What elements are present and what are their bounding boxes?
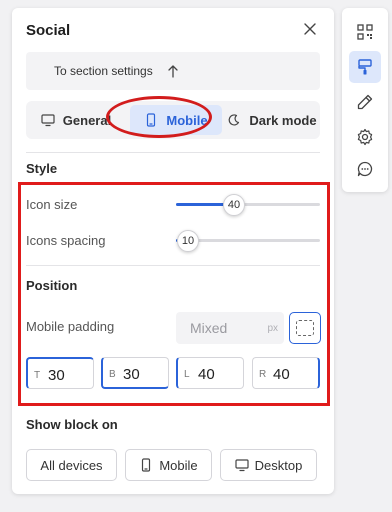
section-settings-label: To section settings: [54, 64, 153, 78]
padding-value: 30: [48, 367, 65, 384]
all-devices-label: All devices: [40, 457, 103, 473]
panel-title: Social: [26, 22, 71, 39]
desktop-icon: [41, 114, 55, 127]
padding-link-button[interactable]: [289, 312, 321, 344]
padding-side-label: T: [34, 370, 41, 381]
mobile-padding-unit: px: [267, 323, 278, 334]
device-tabs: General Mobile Dark mode: [26, 101, 320, 139]
tab-dark-mode[interactable]: Dark mode: [226, 105, 318, 135]
padding-top-field[interactable]: T 30: [26, 357, 94, 389]
pencil-icon: [357, 94, 373, 110]
divider: [26, 152, 320, 153]
mobile-button[interactable]: Mobile: [125, 449, 212, 481]
tab-dark-mode-label: Dark mode: [249, 112, 317, 128]
dashed-box-icon: [296, 320, 314, 336]
tab-general-label: General: [62, 112, 112, 128]
qr-code-icon: [357, 24, 373, 40]
gear-icon: [357, 128, 373, 146]
padding-left-field[interactable]: L 40: [176, 357, 244, 389]
side-toolbar: [342, 8, 388, 192]
mobile-padding-value: Mixed: [190, 320, 228, 336]
padding-right-field[interactable]: R 40: [252, 357, 320, 389]
icon-size-slider[interactable]: 40: [176, 194, 320, 216]
tab-general[interactable]: General: [30, 105, 122, 135]
desktop-label: Desktop: [254, 457, 303, 473]
icon-size-label: Icon size: [26, 197, 78, 212]
brush-icon: [358, 59, 372, 75]
padding-side-label: B: [109, 369, 116, 380]
position-section-title: Position: [26, 278, 78, 293]
social-settings-panel: Social To section settings General Mobil…: [12, 8, 334, 494]
settings-tool[interactable]: [349, 121, 381, 153]
pencil-tool[interactable]: [349, 86, 381, 118]
padding-bottom-field[interactable]: B 30: [101, 357, 169, 389]
all-devices-button[interactable]: All devices: [26, 449, 117, 481]
padding-value: 30: [123, 366, 140, 383]
mobile-padding-input[interactable]: Mixed px: [176, 312, 284, 344]
comments-tool[interactable]: [349, 153, 381, 185]
padding-side-label: R: [259, 369, 267, 380]
style-section-title: Style: [26, 161, 58, 176]
desktop-icon: [235, 459, 249, 472]
to-section-settings-button[interactable]: To section settings: [26, 52, 320, 90]
chat-icon: [357, 161, 373, 177]
divider: [26, 265, 320, 266]
tab-mobile-label: Mobile: [166, 112, 208, 128]
padding-value: 40: [198, 366, 215, 383]
moon-icon: [229, 114, 240, 126]
mobile-icon: [147, 113, 156, 127]
panel-header: Social: [12, 8, 334, 52]
icon-size-knob[interactable]: 40: [223, 194, 245, 216]
padding-side-label: L: [184, 369, 190, 380]
icons-spacing-slider[interactable]: 10: [176, 230, 320, 252]
brush-tool[interactable]: [349, 51, 381, 83]
icons-spacing-label: Icons spacing: [26, 233, 106, 248]
tab-mobile[interactable]: Mobile: [130, 105, 222, 135]
mobile-icon: [142, 458, 151, 472]
qr-code-tool[interactable]: [349, 16, 381, 48]
padding-value: 40: [273, 366, 290, 383]
desktop-button[interactable]: Desktop: [220, 449, 317, 481]
arrow-up-icon: [168, 65, 178, 78]
mobile-padding-label: Mobile padding: [26, 319, 115, 334]
show-block-on-title: Show block on: [26, 417, 118, 432]
mobile-label: Mobile: [159, 457, 198, 473]
icons-spacing-knob[interactable]: 10: [177, 230, 199, 252]
close-icon[interactable]: [302, 21, 318, 37]
